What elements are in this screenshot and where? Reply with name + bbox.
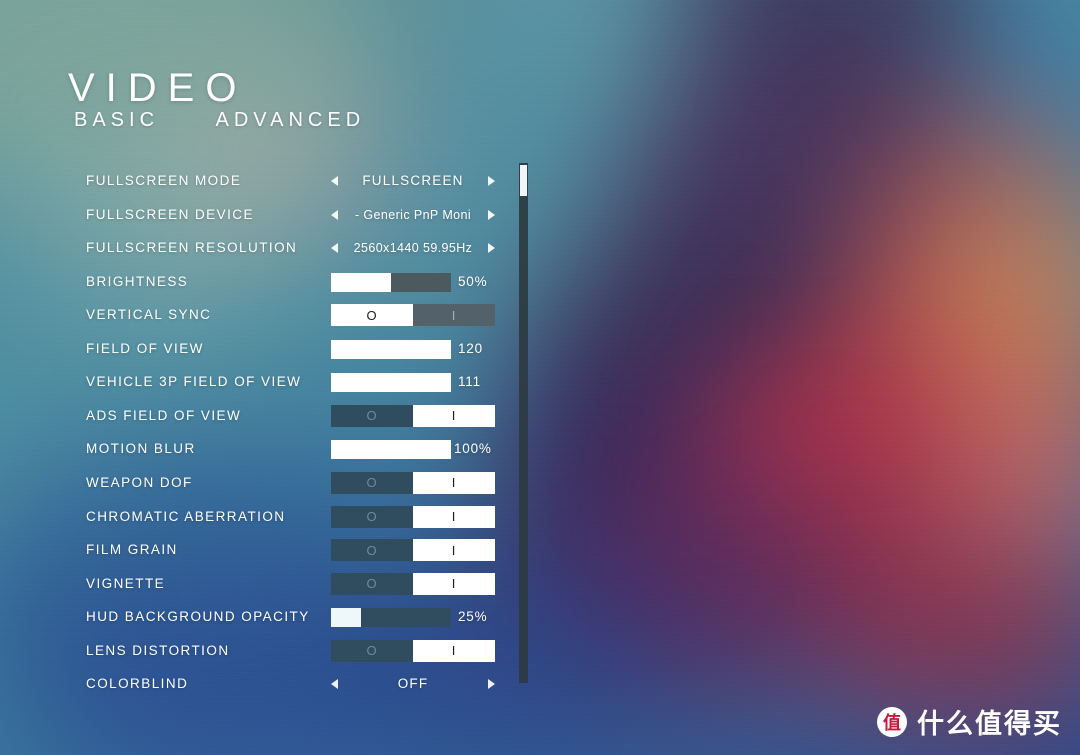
setting-label: FULLSCREEN DEVICE [86, 206, 254, 222]
setting-selector[interactable]: FULLSCREEN [331, 168, 495, 194]
setting-toggle[interactable]: OI [331, 304, 495, 327]
right-arrow-icon[interactable] [488, 176, 495, 186]
toggle-on-option[interactable]: I [413, 471, 495, 494]
setting-value: - Generic PnP Moni [354, 207, 472, 222]
toggle-on-option[interactable]: I [413, 539, 495, 562]
setting-value: FULLSCREEN [362, 173, 464, 188]
setting-slider[interactable] [331, 339, 451, 359]
right-arrow-icon[interactable] [488, 209, 495, 220]
setting-label: VEHICLE 3P FIELD OF VIEW [86, 374, 302, 390]
watermark: 值 什么值得买 [877, 702, 1062, 741]
toggle-off-option[interactable]: O [331, 505, 413, 528]
toggle-off-option[interactable]: O [331, 572, 413, 595]
toggle-on-option[interactable]: I [413, 639, 495, 662]
toggle-off-option[interactable]: O [331, 539, 413, 562]
slider-fill [331, 608, 361, 628]
setting-value: OFF [397, 676, 429, 692]
watermark-text: 什么值得买 [917, 709, 1062, 740]
slider-value: 25% [458, 609, 488, 625]
right-arrow-icon[interactable] [488, 243, 495, 254]
slider-fill [331, 339, 451, 359]
toggle-on-option[interactable]: I [413, 505, 495, 528]
setting-label: FULLSCREEN RESOLUTION [86, 240, 298, 256]
setting-label: FILM GRAIN [86, 542, 178, 558]
setting-toggle[interactable]: OI [331, 471, 495, 494]
setting-slider[interactable] [331, 272, 451, 292]
settings-scrollbar[interactable] [519, 163, 528, 683]
slider-fill [331, 272, 391, 292]
setting-toggle[interactable]: OI [331, 639, 495, 662]
setting-toggle[interactable]: OI [331, 572, 495, 595]
toggle-on-option[interactable]: I [413, 404, 495, 427]
setting-selector[interactable]: OFF [331, 671, 495, 697]
setting-label: LENS DISTORTION [86, 642, 230, 658]
scrollbar-thumb[interactable] [520, 165, 527, 196]
tab-bar: BASIC ADVANCED [74, 109, 365, 132]
setting-label: ADS FIELD OF VIEW [86, 407, 242, 423]
setting-value: 2560x1440 59.95Hz [353, 241, 473, 256]
setting-label: VIGNETTE [86, 575, 166, 591]
slider-fill [331, 440, 451, 460]
setting-label: MOTION BLUR [86, 441, 196, 457]
setting-label: FIELD OF VIEW [86, 340, 204, 356]
setting-toggle[interactable]: OI [331, 505, 495, 528]
page-title: VIDEO [68, 66, 248, 110]
slider-value: 120 [458, 340, 483, 356]
setting-toggle[interactable]: OI [331, 539, 495, 562]
setting-label: BRIGHTNESS [86, 273, 189, 289]
slider-fill [331, 373, 451, 393]
slider-value: 100% [454, 441, 492, 457]
setting-label: HUD BACKGROUND OPACITY [86, 609, 310, 625]
watermark-logo-icon: 值 [877, 706, 907, 737]
setting-label: COLORBLIND [86, 676, 189, 692]
setting-selector[interactable]: 2560x1440 59.95Hz [331, 235, 495, 261]
setting-slider[interactable] [331, 608, 451, 628]
setting-label: WEAPON DOF [86, 474, 193, 490]
toggle-on-option[interactable]: I [413, 304, 495, 327]
setting-toggle[interactable]: OI [331, 404, 495, 427]
setting-slider[interactable] [331, 373, 451, 393]
slider-value: 111 [458, 374, 481, 390]
toggle-on-option[interactable]: I [413, 572, 495, 595]
setting-selector[interactable]: - Generic PnP Moni [331, 202, 495, 228]
toggle-off-option[interactable]: O [331, 404, 413, 427]
slider-value: 50% [458, 273, 488, 289]
setting-label: CHROMATIC ABERRATION [86, 508, 286, 524]
tab-advanced[interactable]: ADVANCED [215, 109, 365, 132]
setting-label: FULLSCREEN MODE [86, 173, 242, 188]
tab-basic[interactable]: BASIC [74, 109, 159, 132]
toggle-off-option[interactable]: O [331, 639, 413, 662]
setting-slider[interactable] [331, 440, 451, 460]
setting-label: VERTICAL SYNC [86, 307, 212, 323]
right-arrow-icon[interactable] [488, 679, 495, 690]
toggle-off-option[interactable]: O [331, 304, 413, 327]
toggle-off-option[interactable]: O [331, 471, 413, 494]
